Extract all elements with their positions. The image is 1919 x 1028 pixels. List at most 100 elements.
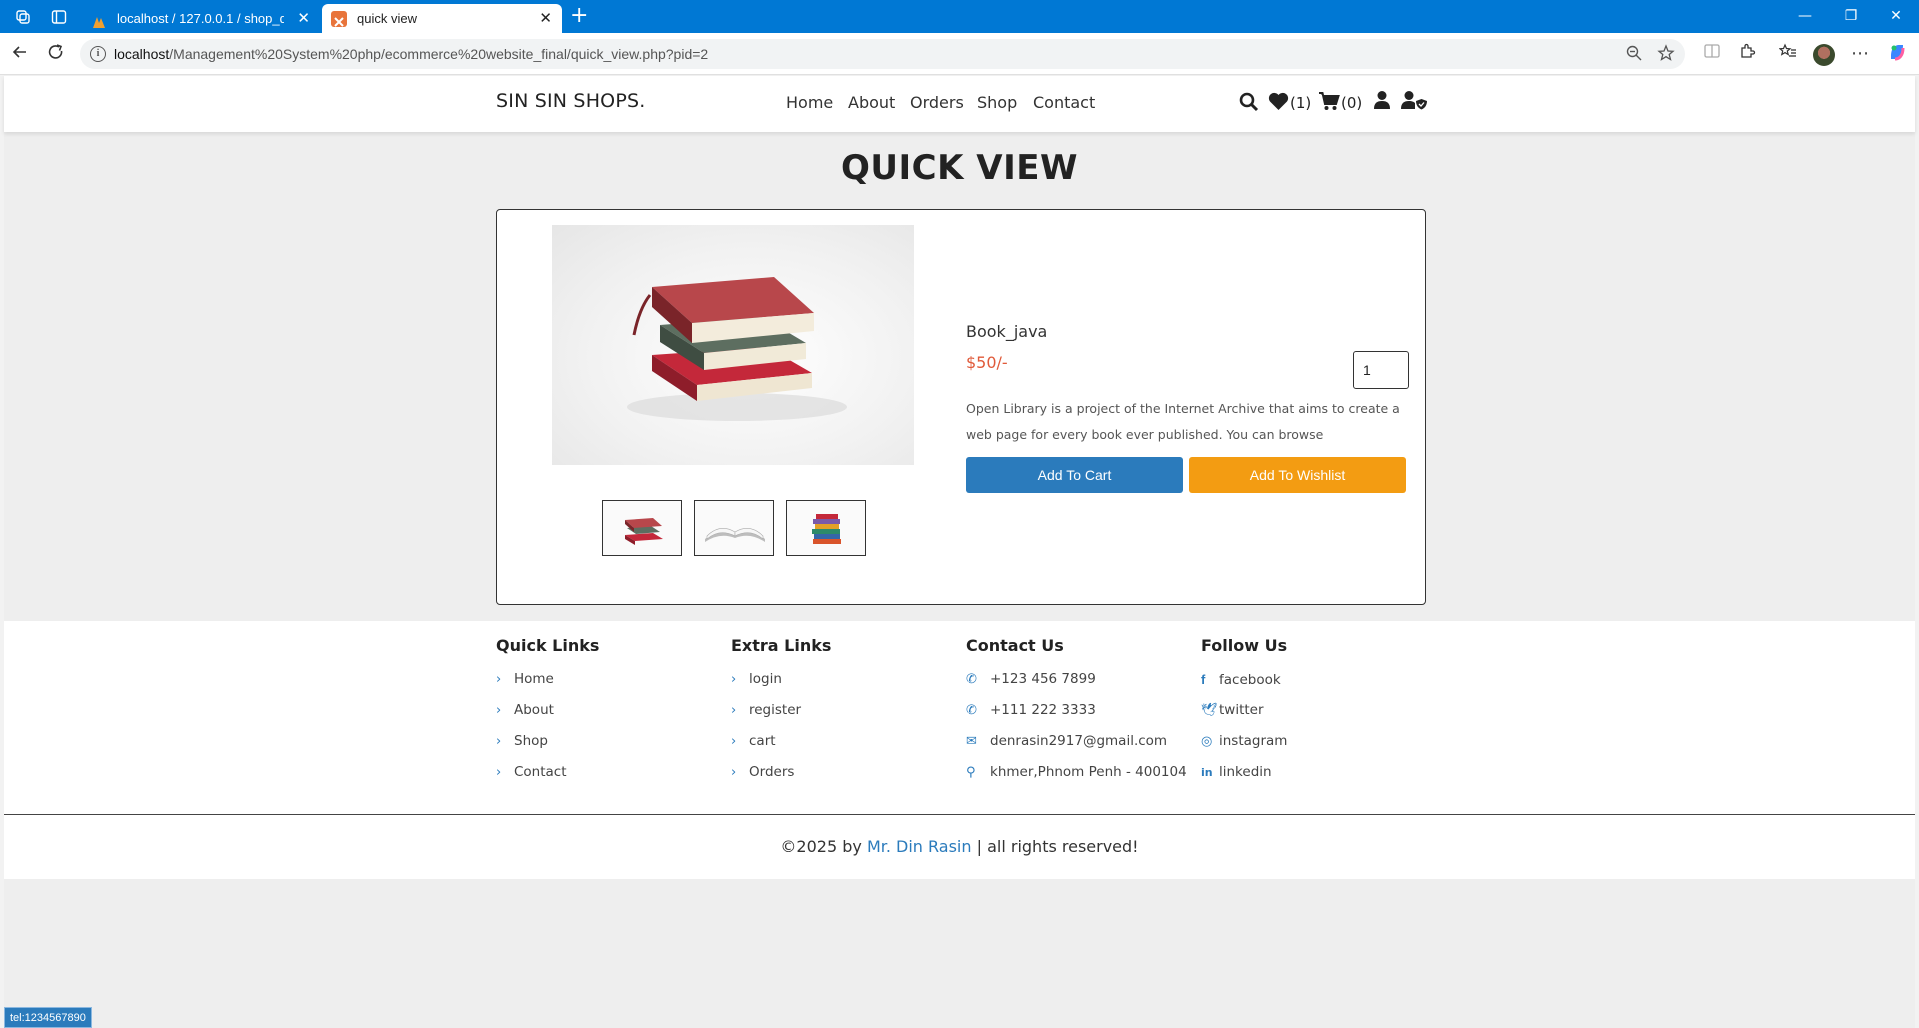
linkedin-icon: in <box>1201 766 1213 779</box>
author-link[interactable]: Mr. Din Rasin <box>867 837 972 856</box>
product-price: $50/- <box>966 353 1008 372</box>
footer-link-home[interactable]: › Home <box>496 664 726 695</box>
url-text[interactable]: localhost/Management%20System%20php/ecom… <box>114 39 708 69</box>
credit-prefix: ©2025 by <box>780 837 862 856</box>
status-bar-link-preview: tel:1234567890 <box>4 1007 92 1028</box>
tab-quick-view[interactable]: quick view ✕ <box>322 4 562 33</box>
wishlist-count: (1) <box>1290 94 1312 112</box>
minimize-icon[interactable]: — <box>1782 0 1828 33</box>
add-to-wishlist-button[interactable]: Add To Wishlist <box>1189 457 1406 493</box>
tab-label: quick view <box>357 11 417 26</box>
close-tab-icon[interactable]: ✕ <box>539 4 552 33</box>
nav-about[interactable]: About <box>848 93 895 112</box>
nav-contact[interactable]: Contact <box>1033 93 1095 112</box>
footer-link-shop[interactable]: › Shop <box>496 726 726 757</box>
credit-suffix: | all rights reserved! <box>976 837 1139 856</box>
facebook-icon: f <box>1201 672 1206 687</box>
nav-shop[interactable]: Shop <box>977 93 1017 112</box>
chevron-right-icon: › <box>731 734 737 749</box>
chevron-right-icon: › <box>731 672 737 687</box>
site-logo[interactable]: SIN SIN SHOPS. <box>496 90 646 112</box>
chevron-right-icon: › <box>496 765 502 780</box>
back-icon[interactable] <box>8 42 32 66</box>
extensions-icon[interactable] <box>1735 42 1759 66</box>
thumbnail-1[interactable] <box>602 500 682 556</box>
footer-link-orders[interactable]: › Orders <box>731 757 961 788</box>
product-main-image <box>552 225 914 465</box>
copilot-icon[interactable] <box>1885 42 1909 66</box>
favorite-star-icon[interactable] <box>1657 44 1675 66</box>
tab-label: localhost / 127.0.0.1 / shop_db / ( <box>117 11 284 26</box>
xampp-favicon-icon <box>331 11 347 27</box>
user-icon[interactable] <box>1373 90 1391 114</box>
page-viewport: SIN SIN SHOPS. Home About Orders Shop Co… <box>4 76 1915 1028</box>
favorites-icon[interactable] <box>1776 42 1800 66</box>
chevron-right-icon: › <box>731 765 737 780</box>
site-header: SIN SIN SHOPS. Home About Orders Shop Co… <box>4 76 1915 132</box>
quick-view-card: Book_java $50/- Open Library is a projec… <box>496 209 1426 605</box>
tab-phpmyadmin[interactable]: localhost / 127.0.0.1 / shop_db / ( ✕ <box>82 4 320 33</box>
tab-actions-icon[interactable] <box>50 8 68 26</box>
more-options-icon[interactable]: ⋯ <box>1848 42 1872 66</box>
search-icon[interactable] <box>1239 90 1259 114</box>
thumbnail-3[interactable] <box>786 500 866 556</box>
copyright-bar: ©2025 by Mr. Din Rasin | all rights rese… <box>4 815 1915 879</box>
address-bar[interactable]: i localhost/Management%20System%20php/ec… <box>80 39 1685 69</box>
footer-heading: Follow Us <box>1201 636 1288 655</box>
footer-contact: Contact Us ✆ +123 456 7899 ✆ +111 222 3333… <box>966 636 1196 788</box>
footer-follow: Follow Us f facebook 🕊twitter ◎ instagram … <box>1201 636 1431 788</box>
quantity-input[interactable] <box>1353 351 1409 389</box>
footer-link-facebook[interactable]: f facebook <box>1201 664 1431 695</box>
chevron-right-icon: › <box>496 703 502 718</box>
footer-link-twitter[interactable]: 🕊twitter <box>1201 695 1431 726</box>
footer-heading: Quick Links <box>496 636 600 655</box>
url-host: localhost <box>114 46 170 62</box>
phone-icon: ✆ <box>966 703 977 718</box>
footer-phone-2[interactable]: ✆ +111 222 3333 <box>966 695 1196 726</box>
close-tab-icon[interactable]: ✕ <box>297 4 310 33</box>
footer-link-linkedin[interactable]: in linkedin <box>1201 757 1431 788</box>
cart-count: (0) <box>1341 94 1363 112</box>
profile-avatar[interactable] <box>1813 44 1835 66</box>
footer-phone-1[interactable]: ✆ +123 456 7899 <box>966 664 1196 695</box>
restore-icon[interactable]: ❐ <box>1828 0 1874 33</box>
workspaces-icon[interactable] <box>14 8 32 26</box>
footer-extra-links: Extra Links › login › register › cart › Orde… <box>731 636 961 788</box>
browser-tab-bar: localhost / 127.0.0.1 / shop_db / ( ✕ qu… <box>0 0 1919 33</box>
footer-link-instagram[interactable]: ◎ instagram <box>1201 726 1431 757</box>
footer-heading: Contact Us <box>966 636 1064 655</box>
thumbnail-2[interactable] <box>694 500 774 556</box>
footer-link-login[interactable]: › login <box>731 664 961 695</box>
footer-link-about[interactable]: › About <box>496 695 726 726</box>
refresh-icon[interactable] <box>44 42 68 66</box>
wishlist-link[interactable]: (1) <box>1268 90 1311 114</box>
footer-link-cart[interactable]: › cart <box>731 726 961 757</box>
heart-icon <box>1268 92 1289 110</box>
footer-address[interactable]: ⚲ khmer,Phnom Penh - 400104 <box>966 757 1196 788</box>
footer-quick-links: Quick Links › Home › About › Shop › Contact <box>496 636 726 788</box>
footer-link-contact[interactable]: › Contact <box>496 757 726 788</box>
chevron-right-icon: › <box>731 703 737 718</box>
site-info-icon[interactable]: i <box>90 46 106 62</box>
chevron-right-icon: › <box>496 672 502 687</box>
product-description: Open Library is a project of the Interne… <box>966 401 1400 442</box>
close-window-icon[interactable]: ✕ <box>1873 0 1919 33</box>
cart-link[interactable]: (0) <box>1318 90 1362 114</box>
add-to-cart-button[interactable]: Add To Cart <box>966 457 1183 493</box>
split-screen-icon[interactable] <box>1700 42 1724 66</box>
url-path: /Management%20System%20php/ecommerce%20w… <box>169 46 709 62</box>
new-tab-button[interactable]: + <box>570 4 588 28</box>
phpmyadmin-favicon-icon <box>91 11 107 28</box>
twitter-icon: 🕊 <box>1201 703 1218 718</box>
nav-home[interactable]: Home <box>786 93 833 112</box>
footer-link-register[interactable]: › register <box>731 695 961 726</box>
admin-user-shield-icon[interactable] <box>1401 90 1427 114</box>
browser-toolbar: i localhost/Management%20System%20php/ec… <box>0 33 1919 75</box>
envelope-icon: ✉ <box>966 734 977 749</box>
zoom-out-icon[interactable] <box>1625 44 1643 66</box>
nav-orders[interactable]: Orders <box>910 93 964 112</box>
footer-email[interactable]: ✉ denrasin2917@gmail.com <box>966 726 1196 757</box>
phone-icon: ✆ <box>966 672 977 687</box>
chevron-right-icon: › <box>496 734 502 749</box>
map-marker-icon: ⚲ <box>966 765 976 780</box>
